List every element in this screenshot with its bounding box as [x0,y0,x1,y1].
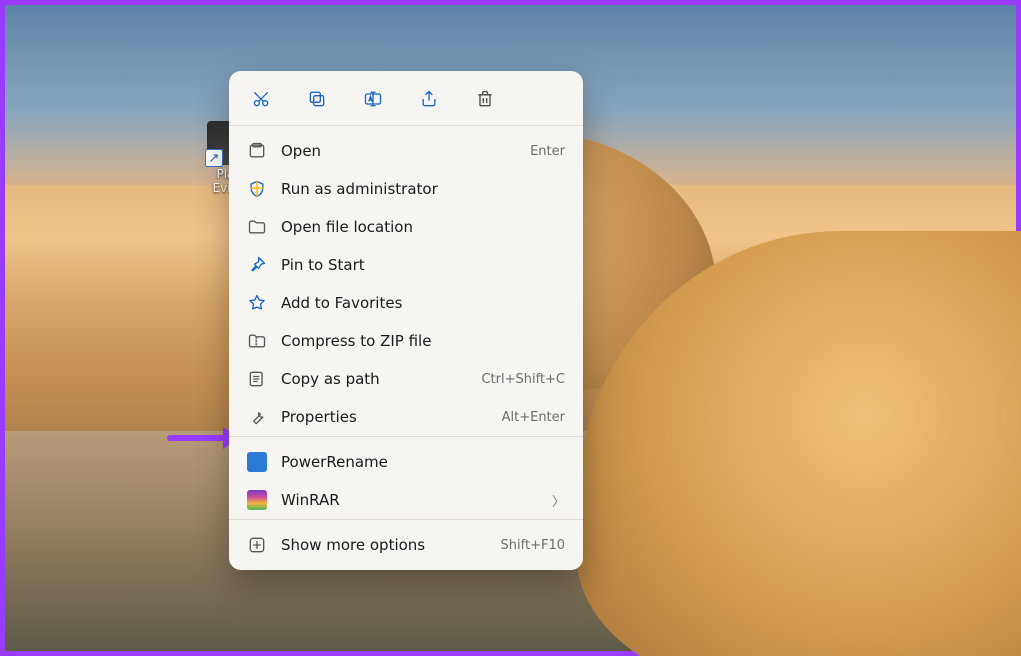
powerrename-icon [247,452,267,472]
menu-item-properties[interactable]: Properties Alt+Enter [229,398,583,436]
menu-divider [229,436,583,437]
menu-item-copy-as-path[interactable]: Copy as path Ctrl+Shift+C [229,360,583,398]
menu-item-winrar[interactable]: WinRAR 〉 [229,481,583,519]
shortcut-arrow-overlay-icon: ↗ [205,149,223,167]
accelerator: Ctrl+Shift+C [481,372,565,387]
menu-divider [229,519,583,520]
more-options-icon [247,535,267,555]
context-menu: Open Enter Run as administrator Open fil… [229,71,583,570]
zip-icon [247,331,267,351]
menu-item-open[interactable]: Open Enter [229,132,583,170]
copy-path-icon [247,369,267,389]
menu-item-powerrename[interactable]: PowerRename [229,443,583,481]
menu-item-compress-zip[interactable]: Compress to ZIP file [229,322,583,360]
accelerator: Alt+Enter [502,410,565,425]
wrench-icon [247,407,267,427]
cut-button[interactable] [247,85,275,113]
share-button[interactable] [415,85,443,113]
chevron-right-icon: 〉 [552,491,565,510]
delete-button[interactable] [471,85,499,113]
context-menu-top-actions [229,71,583,125]
menu-item-add-to-favorites[interactable]: Add to Favorites [229,284,583,322]
folder-icon [247,217,267,237]
menu-item-open-file-location[interactable]: Open file location [229,208,583,246]
accelerator: Enter [530,144,565,159]
star-icon [247,293,267,313]
winrar-icon [247,490,267,510]
pin-icon [247,255,267,275]
menu-item-pin-to-start[interactable]: Pin to Start [229,246,583,284]
menu-item-show-more-options[interactable]: Show more options Shift+F10 [229,526,583,564]
accelerator: Shift+F10 [501,538,565,553]
open-icon [247,141,267,161]
rename-button[interactable] [359,85,387,113]
copy-button[interactable] [303,85,331,113]
menu-item-run-as-admin[interactable]: Run as administrator [229,170,583,208]
menu-divider [229,125,583,126]
shield-icon [247,179,267,199]
